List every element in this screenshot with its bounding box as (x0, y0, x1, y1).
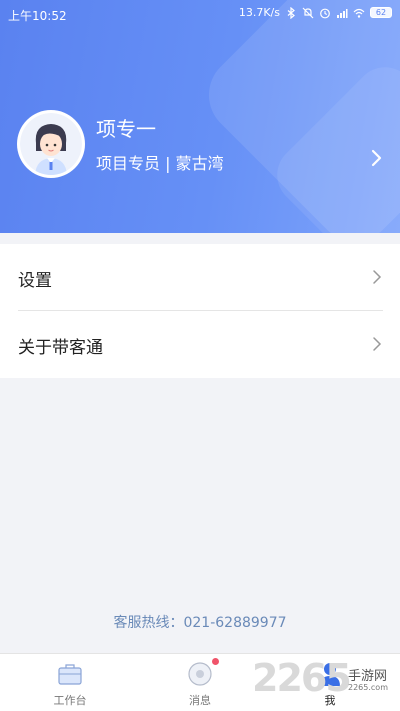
user-name: 项专一 (96, 117, 156, 141)
network-speed: 13.7K/s (238, 6, 280, 19)
signal-icon (337, 8, 348, 18)
briefcase-icon (58, 664, 82, 685)
tab-label: 消息 (189, 694, 211, 707)
watermark-text: 手游网 (348, 669, 388, 684)
watermark-number: 2265 (252, 656, 352, 700)
unread-badge (212, 658, 219, 665)
avatar-illustration (20, 113, 82, 175)
customer-service-hotline[interactable]: 客服热线：021-62889977 (0, 612, 400, 632)
tab-label: 工作台 (53, 694, 87, 707)
status-bar: 上午10:52 13.7K/s 62 (0, 0, 400, 28)
user-role-location: 项目专员 | 蒙古湾 (96, 154, 224, 173)
watermark-logo: 2265 手游网 2265.com (252, 656, 400, 706)
bluetooth-icon (287, 6, 295, 19)
status-icons: 13.7K/s 62 (239, 6, 392, 19)
alarm-icon (320, 8, 330, 18)
battery-icon: 62 (370, 7, 392, 18)
menu-item-settings[interactable]: 设置 (0, 244, 400, 311)
chevron-right-icon (373, 337, 382, 351)
menu-item-about[interactable]: 关于带客通 (0, 311, 400, 378)
tab-messages[interactable]: 消息 (150, 654, 250, 711)
avatar[interactable] (17, 110, 85, 178)
profile-header: 上午10:52 13.7K/s 62 项专一 项目专员 | 蒙古湾 (0, 0, 400, 233)
menu-list: 设置 关于带客通 (0, 244, 400, 378)
message-icon (188, 662, 212, 686)
status-time: 上午10:52 (8, 9, 67, 23)
menu-item-label: 关于带客通 (18, 338, 103, 358)
tab-workbench[interactable]: 工作台 (20, 654, 120, 711)
mute-icon (302, 7, 314, 18)
wifi-icon (353, 8, 365, 18)
chevron-right-icon[interactable] (366, 148, 386, 168)
menu-item-label: 设置 (18, 271, 52, 291)
watermark-sub: 2265.com (348, 683, 388, 692)
chevron-right-icon (373, 270, 382, 284)
